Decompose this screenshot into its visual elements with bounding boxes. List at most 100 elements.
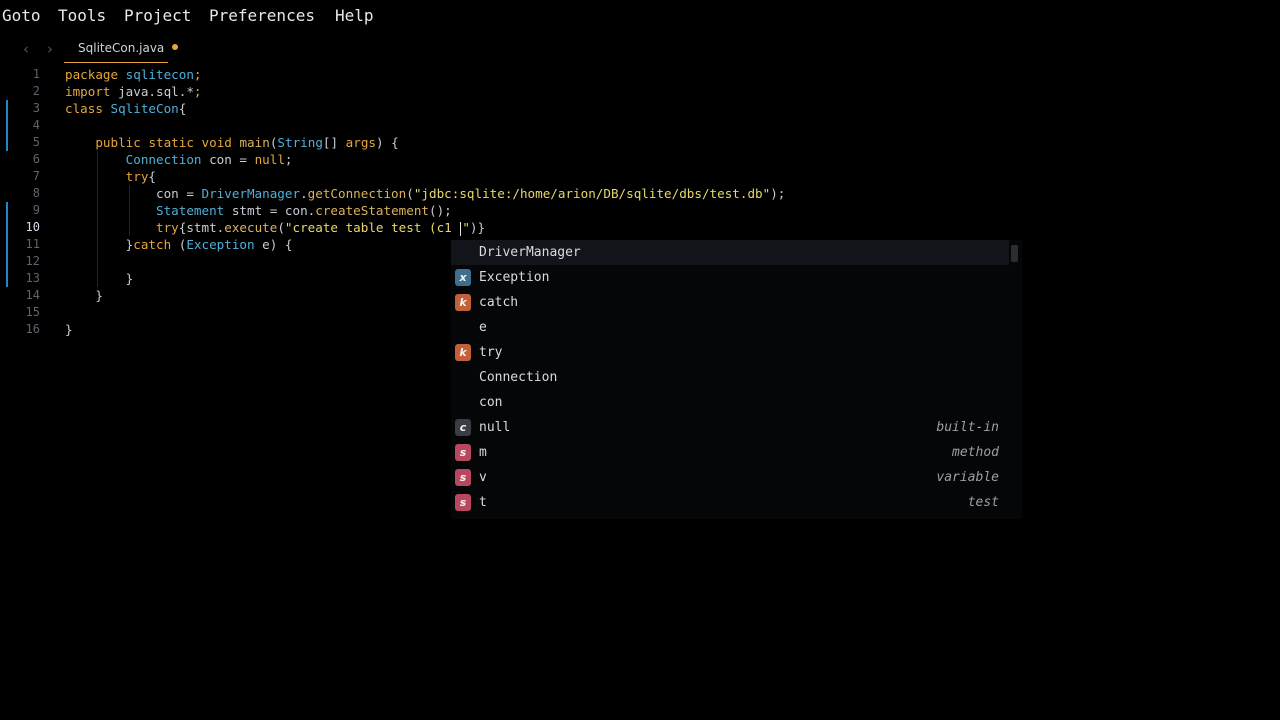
autocomplete-item[interactable]: Connection: [451, 365, 1009, 390]
autocomplete-label: con: [479, 395, 503, 410]
menu-project[interactable]: Project: [124, 6, 191, 26]
forward-arrow-icon[interactable]: ›: [47, 39, 53, 59]
autocomplete-detail: variable: [936, 470, 999, 485]
autocomplete-label: try: [479, 345, 503, 360]
code-token: con =: [201, 152, 255, 167]
menu-bar: Goto Tools Project Preferences Help: [0, 0, 1280, 32]
autocomplete-item[interactable]: s t test: [451, 490, 1009, 515]
code-token: Connection: [125, 152, 202, 167]
code-token: public: [95, 135, 141, 150]
line-number: 1: [32, 67, 40, 81]
kind-badge-icon: s: [455, 469, 471, 486]
code-token: catch: [133, 237, 172, 252]
tab-active-indicator: [64, 62, 168, 63]
autocomplete-label: t: [479, 495, 487, 510]
line-number: 11: [25, 237, 40, 251]
autocomplete-item[interactable]: c null built-in: [451, 415, 1009, 440]
code-line[interactable]: 5 public static void main(String[] args)…: [0, 134, 1280, 151]
line-number: 13: [25, 271, 40, 285]
line-number: 9: [32, 203, 40, 217]
code-token: try: [125, 169, 149, 184]
autocomplete-item[interactable]: k try: [451, 340, 1009, 365]
code-text: }: [65, 270, 134, 287]
line-number: 14: [25, 288, 40, 302]
menu-help[interactable]: Help: [335, 6, 374, 26]
code-text: try{stmt.execute("create table test (c1 …: [65, 219, 485, 236]
code-token: java.sql.*: [110, 84, 194, 99]
code-line[interactable]: 4: [0, 117, 1280, 134]
code-token: "create table test (c1: [284, 220, 460, 235]
line-number: 12: [25, 254, 40, 268]
code-token: con =: [65, 186, 202, 201]
line-number: 7: [32, 169, 40, 183]
code-line[interactable]: 9 Statement stmt = con.createStatement()…: [0, 202, 1280, 219]
kind-badge-icon: x: [455, 269, 471, 286]
code-token: "jdbc:sqlite:/home/arion/DB/sqlite/dbs/t…: [413, 186, 771, 201]
line-number: 8: [32, 186, 40, 200]
code-token: )}: [469, 220, 486, 235]
popup-scrollbar[interactable]: [1011, 245, 1018, 262]
code-token: ;: [284, 152, 293, 167]
code-text: try{: [65, 168, 156, 185]
code-token: sqlitecon: [125, 67, 194, 82]
code-token: (: [406, 186, 414, 201]
autocomplete-item[interactable]: DriverManager: [451, 240, 1009, 265]
code-text: import java.sql.*;: [65, 83, 202, 100]
back-arrow-icon[interactable]: ‹: [23, 39, 29, 59]
line-number: 10: [25, 220, 40, 234]
code-line[interactable]: 6 Connection con = null;: [0, 151, 1280, 168]
code-token: );: [770, 186, 786, 201]
code-line[interactable]: 1 package sqlitecon;: [0, 66, 1280, 83]
autocomplete-label: Connection: [479, 370, 558, 385]
code-token: (: [171, 237, 187, 252]
code-token: e) {: [254, 237, 293, 252]
menu-preferences[interactable]: Preferences: [209, 6, 315, 26]
menu-tools[interactable]: Tools: [58, 6, 106, 26]
code-token: []: [322, 135, 346, 150]
line-number: 6: [32, 152, 40, 166]
code-token: Exception: [186, 237, 255, 252]
code-token: class: [65, 101, 103, 116]
code-text: Connection con = null;: [65, 151, 293, 168]
kind-badge-icon: s: [455, 444, 471, 461]
autocomplete-item[interactable]: s m method: [451, 440, 1009, 465]
autocomplete-label: e: [479, 320, 487, 335]
code-token: static: [148, 135, 194, 150]
kind-badge-icon: c: [455, 419, 471, 436]
autocomplete-label: m: [479, 445, 487, 460]
autocomplete-label: catch: [479, 295, 519, 310]
code-token: {stmt.: [178, 220, 225, 235]
code-token: String: [277, 135, 323, 150]
tab-sqlitecon[interactable]: SqliteCon.java: [64, 36, 168, 64]
code-token: getConnection: [307, 186, 407, 201]
autocomplete-detail: test: [967, 495, 999, 510]
autocomplete-item[interactable]: con: [451, 390, 1009, 415]
autocomplete-item[interactable]: e: [451, 315, 1009, 340]
code-token: package: [65, 67, 119, 82]
code-token: execute: [224, 220, 278, 235]
menu-goto[interactable]: Goto: [2, 6, 41, 26]
code-token: SqliteCon: [110, 101, 179, 116]
autocomplete-popup[interactable]: DriverManager x Exception k catch e k try Connec…: [451, 240, 1022, 519]
line-number: 5: [32, 135, 40, 149]
code-token: {: [148, 169, 157, 184]
code-token: void: [201, 135, 232, 150]
code-token: }: [65, 288, 103, 303]
code-line[interactable]: 10 try{stmt.execute("create table test (…: [0, 219, 1280, 236]
autocomplete-item[interactable]: x Exception: [451, 265, 1009, 290]
kind-badge-icon: s: [455, 494, 471, 511]
code-token: stmt = con.: [224, 203, 316, 218]
code-text: class SqliteCon{: [65, 100, 186, 117]
code-line[interactable]: 7 try{: [0, 168, 1280, 185]
code-token: .: [300, 186, 308, 201]
code-line[interactable]: 3 class SqliteCon{: [0, 100, 1280, 117]
autocomplete-item[interactable]: s v variable: [451, 465, 1009, 490]
code-line[interactable]: 8 con = DriverManager.getConnection("jdb…: [0, 185, 1280, 202]
code-line[interactable]: 2 import java.sql.*;: [0, 83, 1280, 100]
code-token: }: [65, 271, 134, 286]
autocomplete-item[interactable]: k catch: [451, 290, 1009, 315]
